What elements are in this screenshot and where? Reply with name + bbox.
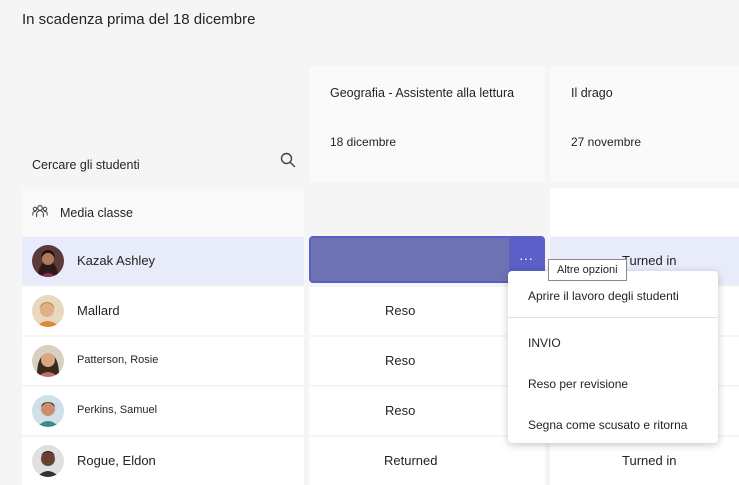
assignment-due-date: 27 novembre xyxy=(571,135,642,149)
student-row-rogue-eldon[interactable]: Rogue, Eldon xyxy=(22,437,304,485)
grade-cell[interactable]: Turned in xyxy=(550,437,739,485)
menu-item-open-student-work[interactable]: Aprire il lavoro degli studenti xyxy=(528,289,679,303)
student-name: Patterson, Rosie xyxy=(77,354,159,366)
grade-status: Reso xyxy=(385,353,416,368)
avatar xyxy=(32,395,64,427)
assignment-due-date: 18 dicembre xyxy=(330,135,397,149)
avatar xyxy=(32,245,64,277)
menu-item-return-for-revision[interactable]: Reso per revisione xyxy=(528,377,628,391)
class-average-label: Media classe xyxy=(60,206,133,220)
assignment-header-il-drago[interactable]: Il drago 27 novembre xyxy=(550,66,739,182)
grade-status: Returned xyxy=(384,453,438,468)
grade-status: Turned in xyxy=(622,253,677,268)
student-name: Rogue, Eldon xyxy=(77,453,156,468)
search-students-label: Cercare gli studenti xyxy=(32,158,140,172)
student-name: Perkins, Samuel xyxy=(77,404,158,416)
avatar xyxy=(32,345,64,377)
assignment-title: Geografia - Assistente alla lettura xyxy=(330,86,515,100)
assignment-title: Il drago xyxy=(571,86,613,100)
grade-cell[interactable]: Returned xyxy=(309,437,545,485)
search-icon[interactable] xyxy=(280,152,296,170)
class-average-cell xyxy=(309,188,545,236)
grade-status: Reso xyxy=(385,403,416,418)
avatar xyxy=(32,445,64,477)
student-row-perkins-samuel[interactable]: Perkins, Samuel xyxy=(22,387,304,435)
class-average-cell xyxy=(550,188,739,236)
assignment-header-geografia[interactable]: Geografia - Assistente alla lettura 18 d… xyxy=(309,66,545,182)
student-name: Kazak Ashley xyxy=(77,253,156,268)
student-name: Mallard xyxy=(77,303,120,318)
avatar xyxy=(32,295,64,327)
menu-item-mark-excused-return[interactable]: Segna come scusato e ritorna xyxy=(528,418,687,432)
student-row-mallard[interactable]: Mallard xyxy=(22,287,304,335)
grade-status: Turned in xyxy=(622,453,677,468)
menu-item-send[interactable]: INVIO xyxy=(528,336,561,350)
people-icon xyxy=(32,203,48,219)
more-options-menu: Aprire il lavoro degli studenti INVIO Re… xyxy=(508,271,718,443)
page-title: In scadenza prima del 18 dicembre xyxy=(22,11,256,28)
menu-divider xyxy=(508,317,718,318)
more-options-tooltip: Altre opzioni xyxy=(548,259,627,281)
student-row-patterson-rosie[interactable]: Patterson, Rosie xyxy=(22,337,304,385)
grade-status: Reso xyxy=(385,303,416,318)
student-row-kazak-ashley[interactable]: Kazak Ashley xyxy=(22,237,304,285)
